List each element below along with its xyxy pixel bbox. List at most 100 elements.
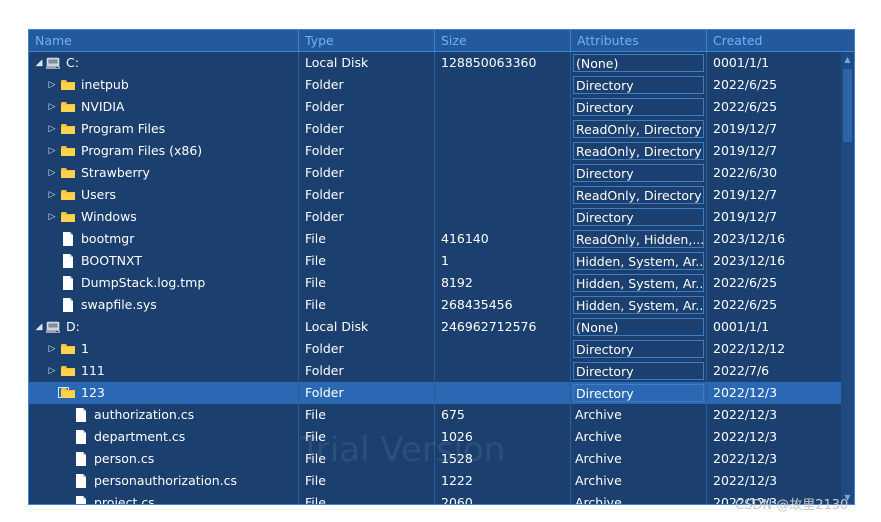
cell-created: 0001/1/1 bbox=[713, 55, 770, 70]
cell-name: ◢ D: bbox=[29, 316, 299, 338]
cell-created: 2022/6/25 bbox=[713, 77, 778, 92]
cell-created: 2023/12/16 bbox=[713, 231, 786, 246]
cell-attributes: (None) bbox=[571, 52, 707, 74]
cell-created: 2022/12/3 bbox=[713, 407, 778, 422]
expand-arrow-icon[interactable]: ▷ bbox=[46, 206, 58, 228]
row-name-label: swapfile.sys bbox=[81, 297, 157, 312]
expand-arrow-icon[interactable]: ▷ bbox=[46, 360, 58, 382]
cell-attributes: Archive bbox=[571, 448, 707, 470]
cell-name: person.cs bbox=[29, 448, 299, 470]
row-name-label: DumpStack.log.tmp bbox=[81, 275, 206, 290]
tree-row[interactable]: ▷ Program Files (x86) Folder ReadOnly, Dire… bbox=[29, 140, 841, 162]
cell-size: 416140 bbox=[435, 228, 571, 250]
cell-name: ▷ Program Files (x86) bbox=[29, 140, 299, 162]
cell-type: Folder bbox=[299, 360, 435, 382]
cell-name: BOOTNXT bbox=[29, 250, 299, 272]
row-name-label: 111 bbox=[81, 363, 105, 378]
row-name-label: Program Files bbox=[81, 121, 166, 136]
tree-row[interactable]: ▷ 111 Folder Directory 2022/7/6 bbox=[29, 360, 841, 382]
cell-attributes: Archive bbox=[571, 492, 707, 505]
expand-arrow-icon[interactable]: ▷ bbox=[46, 184, 58, 206]
tree-row[interactable]: authorization.cs File 675 Archive 2022/12/3 bbox=[29, 404, 841, 426]
row-name-label: Strawberry bbox=[81, 165, 150, 180]
tree-row[interactable]: ◢ C: Local Disk 128850063360 (None) 0001/1/1 bbox=[29, 52, 841, 74]
cell-attributes: Directory bbox=[571, 360, 707, 382]
cell-name: ◢ C: bbox=[29, 52, 299, 74]
row-name-label: 123 bbox=[81, 385, 105, 400]
tree-row[interactable]: ▷ Windows Folder Directory 2019/12/7 bbox=[29, 206, 841, 228]
cell-type: Folder bbox=[299, 338, 435, 360]
tree-row[interactable]: ◢ D: Local Disk 246962712576 (None) 0001/1/1 bbox=[29, 316, 841, 338]
cell-attributes: Directory bbox=[571, 338, 707, 360]
attributes-value: Directory bbox=[573, 384, 704, 402]
cell-size: 128850063360 bbox=[435, 52, 571, 74]
cell-type: Folder bbox=[299, 96, 435, 118]
column-header-type[interactable]: Type bbox=[299, 30, 435, 51]
attributes-value: (None) bbox=[573, 54, 704, 72]
attributes-value: Archive bbox=[575, 495, 622, 505]
expand-arrow-icon[interactable]: ▷ bbox=[46, 338, 58, 360]
column-header-size[interactable]: Size bbox=[435, 30, 571, 51]
cell-created: 2019/12/7 bbox=[713, 187, 778, 202]
cell-type: Folder bbox=[299, 382, 435, 404]
tree-row[interactable]: project.cs File 2060 Archive 2022/12/3 bbox=[29, 492, 841, 505]
cell-size bbox=[435, 382, 571, 404]
expand-arrow-icon[interactable]: ▷ bbox=[46, 140, 58, 162]
cell-size bbox=[435, 74, 571, 96]
scroll-up-arrow-icon[interactable]: ▲ bbox=[841, 53, 854, 66]
cell-size bbox=[435, 360, 571, 382]
cell-size: 246962712576 bbox=[435, 316, 571, 338]
row-name-label: personauthorization.cs bbox=[94, 473, 238, 488]
tree-row[interactable]: ▷ 1 Folder Directory 2022/12/12 bbox=[29, 338, 841, 360]
expand-arrow-icon[interactable]: ▷ bbox=[46, 74, 58, 96]
vertical-scrollbar[interactable]: ▲ ▼ bbox=[841, 52, 854, 504]
cell-name: project.cs bbox=[29, 492, 299, 505]
expand-arrow-icon[interactable]: ▷ bbox=[46, 96, 58, 118]
drive-icon bbox=[45, 319, 61, 335]
scrollbar-thumb[interactable] bbox=[843, 69, 852, 142]
collapse-arrow-icon[interactable]: ◢ bbox=[33, 52, 45, 74]
tree-row[interactable]: ▷ NVIDIA Folder Directory 2022/6/25 bbox=[29, 96, 841, 118]
folder-icon bbox=[60, 121, 76, 137]
row-name-label: project.cs bbox=[94, 495, 155, 505]
tree-row[interactable]: ▷ inetpub Folder Directory 2022/6/25 bbox=[29, 74, 841, 96]
attributes-value: Archive bbox=[575, 429, 622, 444]
cell-size: 1222 bbox=[435, 470, 571, 492]
cell-name: ▷ 1 bbox=[29, 338, 299, 360]
tree-row[interactable]: bootmgr File 416140 ReadOnly, Hidden,... 202… bbox=[29, 228, 841, 250]
tree-row[interactable]: swapfile.sys File 268435456 Hidden, System,… bbox=[29, 294, 841, 316]
cell-attributes: Hidden, System, Ar... bbox=[571, 272, 707, 294]
cell-type: File bbox=[299, 272, 435, 294]
attributes-value: Archive bbox=[575, 451, 622, 466]
collapse-arrow-icon[interactable]: ◢ bbox=[33, 316, 45, 338]
row-name-label: D: bbox=[66, 319, 80, 334]
folder-icon bbox=[60, 187, 76, 203]
expand-arrow-icon[interactable]: ▷ bbox=[46, 118, 58, 140]
tree-row[interactable]: ▷ Program Files Folder ReadOnly, Directory 2… bbox=[29, 118, 841, 140]
drive-icon bbox=[45, 55, 61, 71]
tree-row[interactable]: ◢123Folder Directory 2022/12/3 bbox=[29, 382, 841, 404]
cell-attributes: Archive bbox=[571, 404, 707, 426]
tree-row[interactable]: ▷ Strawberry Folder Directory 2022/6/30 bbox=[29, 162, 841, 184]
column-header-name[interactable]: Name bbox=[29, 30, 299, 51]
attributes-value: Hidden, System, Ar... bbox=[573, 252, 704, 270]
tree-row[interactable]: personauthorization.cs File 1222 Archive 202… bbox=[29, 470, 841, 492]
cell-name: bootmgr bbox=[29, 228, 299, 250]
expand-arrow-icon[interactable]: ▷ bbox=[46, 162, 58, 184]
row-name-label: authorization.cs bbox=[94, 407, 195, 422]
cell-created: 2022/7/6 bbox=[713, 363, 770, 378]
cell-name: ▷ 111 bbox=[29, 360, 299, 382]
column-header-attributes[interactable]: Attributes bbox=[571, 30, 707, 51]
attributes-value: Directory bbox=[573, 340, 704, 358]
attributes-value: (None) bbox=[573, 318, 704, 336]
cell-attributes: Hidden, System, Ar... bbox=[571, 294, 707, 316]
tree-row[interactable]: DumpStack.log.tmp File 8192 Hidden, System,… bbox=[29, 272, 841, 294]
cell-created: 2022/6/25 bbox=[713, 275, 778, 290]
cell-type: Folder bbox=[299, 118, 435, 140]
tree-row[interactable]: ▷ Users Folder ReadOnly, Directory 2019/12/7 bbox=[29, 184, 841, 206]
cell-type: File bbox=[299, 228, 435, 250]
column-header-created[interactable]: Created bbox=[707, 30, 854, 51]
cell-created: 2022/6/25 bbox=[713, 297, 778, 312]
cell-type: Folder bbox=[299, 162, 435, 184]
tree-row[interactable]: BOOTNXT File 1 Hidden, System, Ar... 2023/12… bbox=[29, 250, 841, 272]
